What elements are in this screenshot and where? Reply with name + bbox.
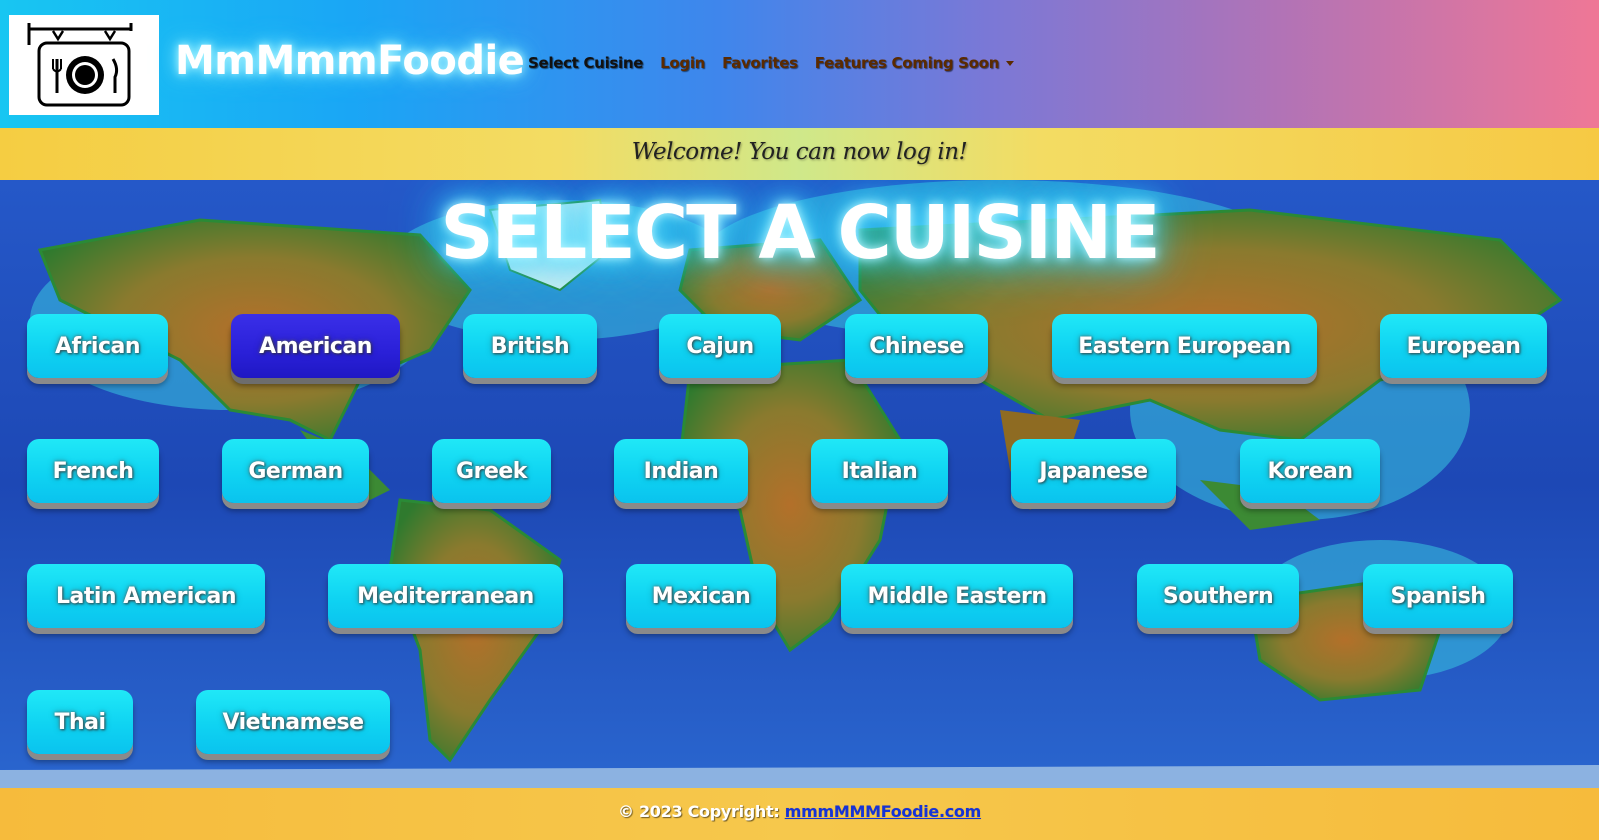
- cuisine-button-vietnamese[interactable]: Vietnamese: [196, 690, 390, 754]
- logo[interactable]: [9, 15, 159, 115]
- chevron-down-icon: [1006, 61, 1015, 66]
- nav-links: Select Cuisine Login Favorites Features …: [528, 54, 1031, 72]
- navbar: MmMmmFoodie Select Cuisine Login Favorit…: [0, 0, 1599, 128]
- cuisine-button-german[interactable]: German: [222, 439, 369, 503]
- cuisine-button-japanese[interactable]: Japanese: [1011, 439, 1176, 503]
- cuisine-button-eastern-european[interactable]: Eastern European: [1052, 314, 1317, 378]
- nav-features-label: Features Coming Soon: [814, 54, 1000, 72]
- page-title: SELECT A CUISINE: [440, 190, 1160, 276]
- cuisine-button-thai[interactable]: Thai: [27, 690, 133, 754]
- copyright-text: © 2023 Copyright:: [618, 802, 785, 821]
- footer: © 2023 Copyright: mmmMMMFoodie.com: [0, 788, 1599, 840]
- footer-content: © 2023 Copyright: mmmMMMFoodie.com: [0, 788, 1599, 840]
- cuisine-map-section: SELECT A CUISINE African American Britis…: [0, 180, 1599, 788]
- nav-login[interactable]: Login: [660, 54, 705, 72]
- cuisine-button-korean[interactable]: Korean: [1240, 439, 1380, 503]
- cuisine-button-mediterranean[interactable]: Mediterranean: [328, 564, 563, 628]
- cuisine-button-european[interactable]: European: [1380, 314, 1547, 378]
- cuisine-button-british[interactable]: British: [463, 314, 597, 378]
- cuisine-button-american[interactable]: American: [231, 314, 400, 378]
- brand-name[interactable]: MmMmmFoodie: [175, 38, 525, 84]
- cuisine-button-cajun[interactable]: Cajun: [659, 314, 781, 378]
- restaurant-sign-icon: [27, 23, 133, 107]
- cuisine-button-french[interactable]: French: [27, 439, 159, 503]
- cuisine-button-spanish[interactable]: Spanish: [1363, 564, 1513, 628]
- nav-features-dropdown[interactable]: Features Coming Soon: [814, 54, 1015, 72]
- cuisine-button-chinese[interactable]: Chinese: [845, 314, 988, 378]
- cuisine-button-mexican[interactable]: Mexican: [626, 564, 776, 628]
- cuisine-button-southern[interactable]: Southern: [1137, 564, 1299, 628]
- alert-message: Welcome! You can now log in!: [631, 139, 968, 165]
- cuisine-button-latin-american[interactable]: Latin American: [27, 564, 265, 628]
- footer-site-link[interactable]: mmmMMMFoodie.com: [785, 802, 982, 821]
- welcome-alert: Welcome! You can now log in!: [0, 128, 1599, 180]
- cuisine-button-greek[interactable]: Greek: [432, 439, 551, 503]
- cuisine-button-indian[interactable]: Indian: [614, 439, 748, 503]
- cuisine-button-italian[interactable]: Italian: [811, 439, 948, 503]
- cuisine-button-middle-eastern[interactable]: Middle Eastern: [841, 564, 1073, 628]
- cuisine-button-african[interactable]: African: [27, 314, 168, 378]
- nav-select-cuisine[interactable]: Select Cuisine: [528, 54, 643, 72]
- page: MmMmmFoodie Select Cuisine Login Favorit…: [0, 0, 1599, 840]
- nav-favorites[interactable]: Favorites: [722, 54, 798, 72]
